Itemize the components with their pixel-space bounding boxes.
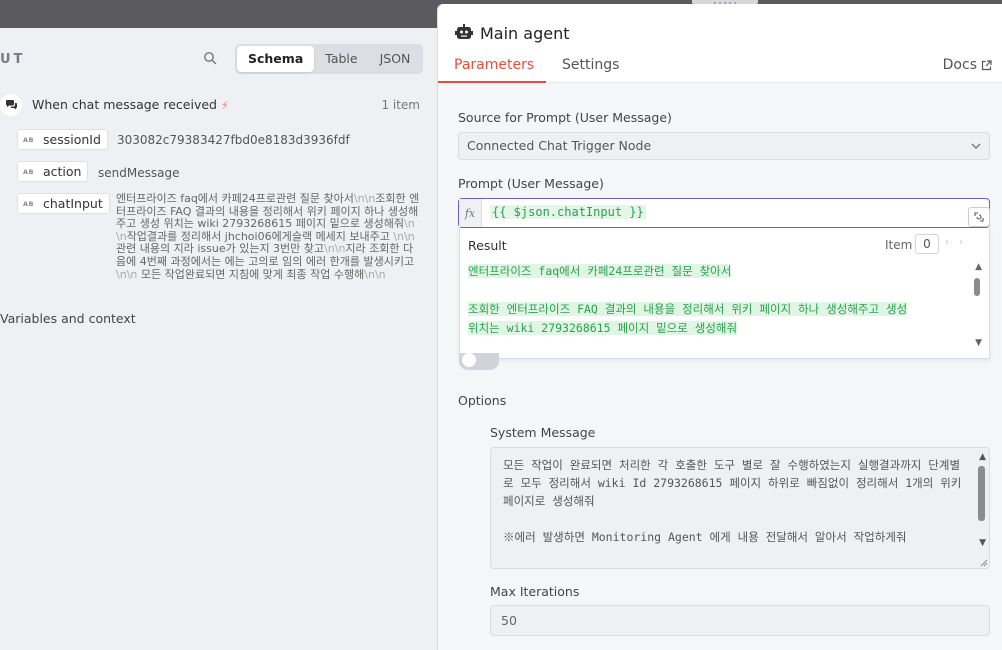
bolt-icon: ⚡: [220, 99, 229, 112]
system-message-textarea[interactable]: 모든 작업이 완료되면 처리한 각 호출한 도구 별로 잘 수행하였는지 실행결…: [490, 447, 990, 569]
options-label: Options: [458, 393, 507, 408]
max-iterations-label: Max Iterations: [490, 584, 580, 599]
input-node-name: When chat message received ⚡: [32, 97, 229, 112]
system-message-label: System Message: [490, 425, 596, 440]
string-type-icon: AB: [23, 167, 34, 176]
system-message-text: 모든 작업이 완료되면 처리한 각 호출한 도구 별로 잘 수행하였는지 실행결…: [503, 456, 963, 546]
scrollbar-thumb[interactable]: [978, 466, 985, 521]
expand-icon: [974, 212, 984, 222]
field-key-chip[interactable]: AB chatInput: [17, 193, 110, 214]
newline-marker: \n: [403, 217, 415, 231]
view-tab-json[interactable]: JSON: [369, 46, 422, 72]
fx-badge: fx: [459, 199, 482, 227]
external-link-icon: [981, 59, 992, 70]
field-value: sendMessage: [98, 166, 180, 180]
newline-marker: \n: [404, 229, 415, 243]
system-message-line-2: ※에러 발생하면 Monitoring Agent 에게 내용 전달해서 알아서…: [503, 530, 907, 544]
tab-parameters[interactable]: Parameters: [454, 57, 534, 73]
scroll-down-arrow[interactable]: ▼: [975, 338, 982, 348]
view-tab-schema[interactable]: Schema: [237, 46, 315, 72]
field-value: 303082c79383427fbd0e8183d3936fdf: [117, 133, 350, 147]
source-select[interactable]: Connected Chat Trigger Node: [458, 132, 990, 160]
newline-marker: \n: [353, 192, 365, 205]
toggle-knob: [462, 353, 476, 367]
newline-marker: \n: [393, 229, 405, 243]
field-key-label: action: [43, 164, 82, 179]
newline-marker: \n: [364, 267, 375, 281]
item-index-input[interactable]: 0: [915, 234, 939, 254]
newline-marker: \n: [374, 267, 386, 281]
newline-marker: \n: [116, 267, 127, 281]
tab-settings[interactable]: Settings: [562, 57, 619, 73]
newline-marker: \n: [126, 267, 138, 281]
field-value-chatinput: 엔터프라이즈 faq에서 카페24프로관련 질문 찾아서\n\n조회한 엔터프라…: [116, 192, 420, 281]
string-type-icon: AB: [23, 199, 34, 208]
prompt-expression-input[interactable]: fx {{ $json.chatInput }}: [458, 198, 990, 228]
prompt-label: Prompt (User Message): [458, 176, 604, 191]
chat-bubbles-icon: [0, 94, 22, 116]
field-key-chip[interactable]: AB sessionId: [17, 129, 108, 150]
newline-marker: \n: [324, 242, 335, 256]
scroll-up-arrow[interactable]: ▲: [975, 262, 982, 272]
scroll-up-arrow[interactable]: ▲: [979, 452, 986, 462]
input-node-name-text: When chat message received: [32, 97, 217, 112]
node-title[interactable]: Main agent: [480, 24, 570, 43]
newline-marker: \n: [116, 229, 127, 243]
input-panel: UT Schema Table JSON When chat message r…: [0, 28, 438, 650]
scrollbar-thumb[interactable]: [974, 278, 980, 296]
string-type-icon: AB: [23, 135, 34, 144]
expression-result-panel: Result Item 0 ‹› 엔터프라이즈 faq에서 카페24프로관련 질…: [459, 228, 990, 359]
result-line-2: 조회한 엔터프라이즈 FAQ 결과의 내용을 정리해서 위키 페이지 하나 생성…: [468, 302, 908, 316]
node-details-panel: Main agent Parameters Settings Docs Sour…: [437, 4, 1002, 650]
chevron-down-icon: [971, 143, 981, 149]
system-message-line-1: 모든 작업이 완료되면 처리한 각 호출한 도구 별로 잘 수행하였는지 실행결…: [503, 458, 962, 508]
search-icon[interactable]: [203, 51, 217, 65]
newline-marker: \n: [364, 192, 376, 205]
scroll-down-arrow[interactable]: ▼: [979, 538, 986, 548]
view-tabs: Schema Table JSON: [235, 44, 424, 74]
item-nav-arrows[interactable]: ‹›: [945, 237, 973, 248]
node-panel-header: Main agent Parameters Settings Docs: [438, 4, 1002, 83]
field-key-label: chatInput: [43, 196, 103, 211]
parameters-body: Source for Prompt (User Message) Connect…: [438, 83, 1002, 650]
toggle-switch[interactable]: [459, 353, 499, 370]
result-line-3: 위치는 wiki 2793268615 페이지 밑으로 생성해줘: [468, 321, 738, 335]
input-node-count: 1 item: [381, 98, 420, 112]
robot-icon: [455, 24, 473, 39]
input-panel-title: UT: [0, 52, 26, 67]
item-label: Item: [885, 238, 913, 252]
result-line-1: 엔터프라이즈 faq에서 카페24프로관련 질문 찾아서: [468, 264, 732, 278]
field-key-chip[interactable]: AB action: [17, 161, 89, 182]
expand-editor-button[interactable]: [968, 207, 990, 227]
variables-context-title[interactable]: Variables and context: [0, 311, 136, 326]
resize-handle-icon[interactable]: [980, 559, 988, 567]
result-text: 엔터프라이즈 faq에서 카페24프로관련 질문 찾아서 조회한 엔터프라이즈 …: [468, 262, 966, 338]
max-iterations-input[interactable]: 50: [490, 605, 990, 636]
view-tab-table[interactable]: Table: [314, 46, 368, 72]
newline-marker: \n: [334, 242, 346, 256]
prompt-expression[interactable]: {{ $json.chatInput }}: [490, 205, 646, 219]
field-key-label: sessionId: [43, 132, 101, 147]
source-select-value: Connected Chat Trigger Node: [467, 138, 652, 153]
result-title: Result: [468, 238, 507, 253]
source-label: Source for Prompt (User Message): [458, 110, 672, 125]
docs-link[interactable]: Docs: [943, 57, 992, 73]
docs-label: Docs: [942, 57, 977, 73]
system-message-blank: [503, 510, 963, 528]
result-blank-line: [468, 281, 966, 300]
input-node-row[interactable]: When chat message received ⚡ 1 item: [0, 94, 420, 116]
